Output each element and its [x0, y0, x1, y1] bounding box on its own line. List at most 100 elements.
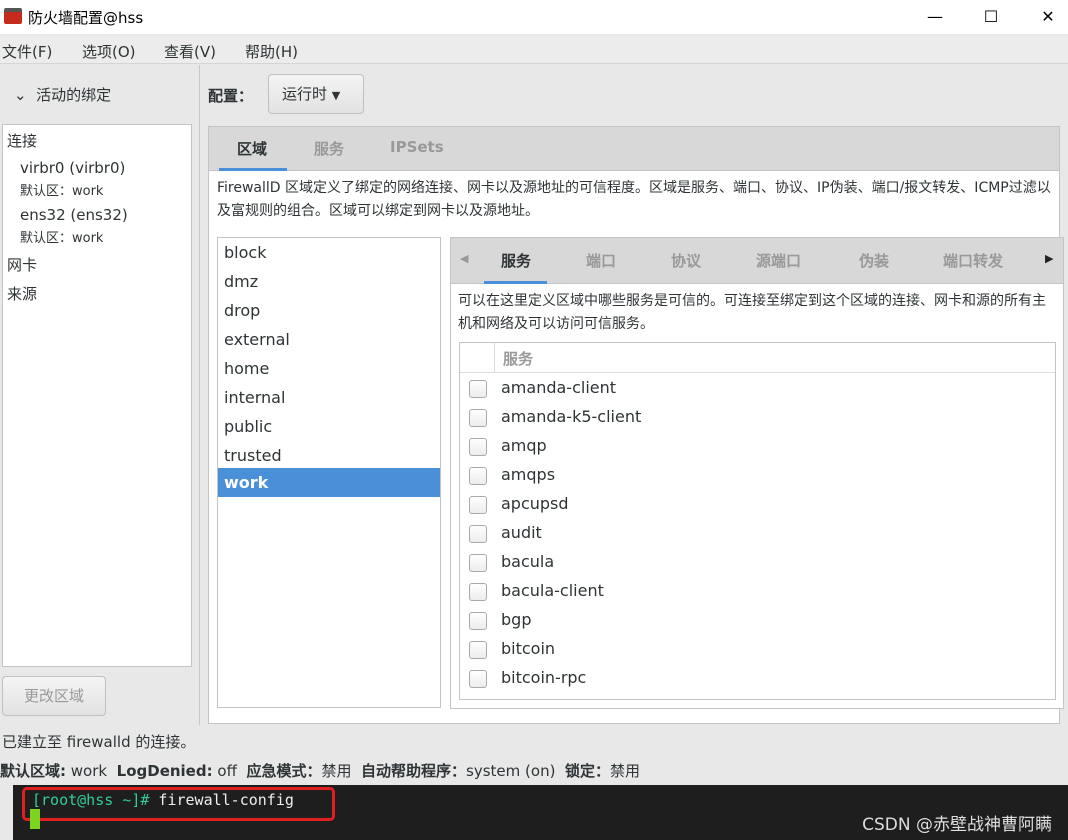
service-name: amanda-k5-client [501, 407, 642, 426]
service-checkbox[interactable] [469, 380, 487, 398]
helper-label: 自动帮助程序： [361, 762, 467, 780]
service-checkbox[interactable] [469, 641, 487, 659]
close-button[interactable]: ✕ [1025, 4, 1068, 30]
zone-item[interactable]: home [218, 354, 440, 383]
zone-item[interactable]: internal [218, 383, 440, 412]
zone-item[interactable]: external [218, 325, 440, 354]
table-row[interactable]: apcupsd [460, 490, 1055, 519]
panic-mode-value: 禁用 [321, 762, 352, 780]
table-row[interactable]: audit [460, 519, 1055, 548]
menu-file[interactable]: 文件(F) [2, 41, 52, 62]
tab-zone-services[interactable]: 服务 [501, 250, 531, 271]
main-tab-bar: 区域 服务 IPSets [209, 127, 1059, 171]
sources-label[interactable]: 来源 [7, 283, 37, 304]
status-bar: 默认区域: work LogDenied: off 应急模式：禁用 自动帮助程序… [0, 760, 1068, 781]
active-tab-indicator [219, 168, 287, 171]
service-name: audit [501, 523, 542, 542]
zone-item[interactable]: trusted [218, 441, 440, 470]
terminal[interactable]: [root@hss ~]# firewall-config CSDN @赤壁战神… [13, 785, 1068, 840]
zone-list: block dmz drop external home internal pu… [217, 237, 441, 708]
service-checkbox[interactable] [469, 496, 487, 514]
panic-mode-label: 应急模式： [246, 762, 322, 780]
service-name: bacula [501, 552, 555, 571]
connection-name[interactable]: ens32 (ens32) [20, 206, 128, 224]
menu-help[interactable]: 帮助(H) [245, 41, 298, 62]
dropdown-arrow-icon: ▼ [331, 89, 341, 102]
zone-item[interactable]: public [218, 412, 440, 441]
zone-item[interactable]: drop [218, 296, 440, 325]
menu-view[interactable]: 查看(V) [164, 41, 216, 62]
zone-item[interactable]: dmz [218, 267, 440, 296]
table-row[interactable]: bgp [460, 606, 1055, 635]
config-value: 运行时 [282, 85, 328, 103]
table-row[interactable]: amqps [460, 461, 1055, 490]
interfaces-label[interactable]: 网卡 [7, 254, 37, 275]
table-header: 服务 [460, 343, 1055, 373]
connection-status: 已建立至 firewalld 的连接。 [2, 733, 196, 751]
zone-description: FirewallD 区域定义了绑定的网络连接、网卡以及源地址的可信程度。区域是服… [217, 180, 1051, 219]
menu-bar: 文件(F) 选项(O) 查看(V) 帮助(H) [0, 36, 1068, 64]
service-name: bacula-client [501, 581, 604, 600]
tab-protocols[interactable]: 协议 [671, 250, 701, 271]
services-table: 服务 amanda-client amanda-k5-client amqp amqp… [459, 342, 1056, 700]
logdenied-value: off [217, 762, 237, 780]
table-row[interactable]: bacula [460, 548, 1055, 577]
default-zone-label: 默认区域: [0, 762, 66, 780]
table-row[interactable]: bitcoin-rpc [460, 664, 1055, 693]
watermark: CSDN @赤壁战神曹阿瞒 [862, 815, 1052, 835]
lockdown-value: 禁用 [610, 762, 641, 780]
helper-value: system (on) [466, 762, 556, 780]
services-description: 可以在这里定义区域中哪些服务是可信的。可连接至绑定到这个区域的连接、网卡和源的所… [458, 293, 1046, 332]
maximize-button[interactable]: ☐ [968, 4, 1014, 30]
service-checkbox[interactable] [469, 612, 487, 630]
tab-ipsets[interactable]: IPSets [390, 138, 444, 156]
tab-services[interactable]: 服务 [314, 138, 344, 159]
tab-ports[interactable]: 端口 [586, 250, 616, 271]
menu-options[interactable]: 选项(O) [82, 41, 136, 62]
service-checkbox[interactable] [469, 554, 487, 572]
active-tab-indicator [484, 281, 547, 284]
logdenied-label: LogDenied: [116, 762, 213, 780]
connection-name[interactable]: virbr0 (virbr0) [20, 159, 125, 177]
connection-zone: 默认区：work [20, 231, 104, 246]
change-zone-button[interactable]: 更改区域 [2, 676, 106, 716]
table-row[interactable]: amqp [460, 432, 1055, 461]
table-row[interactable]: bitcoin [460, 635, 1055, 664]
service-checkbox[interactable] [469, 525, 487, 543]
config-label: 配置： [208, 87, 254, 105]
column-header-service[interactable]: 服务 [503, 348, 533, 369]
default-zone-value: work [70, 762, 108, 780]
active-bindings-header: 活动的绑定 [36, 86, 112, 104]
service-name: amqps [501, 465, 556, 484]
chevron-down-icon: ⌄ [14, 86, 27, 104]
zone-tab-bar: ◀ 服务 端口 协议 源端口 伪装 端口转发 ▶ [451, 238, 1063, 284]
service-name: bitcoin [501, 639, 556, 658]
connections-label[interactable]: 连接 [7, 130, 37, 151]
table-row[interactable]: bacula-client [460, 577, 1055, 606]
table-row[interactable]: amanda-client [460, 374, 1055, 403]
zone-item-selected[interactable]: work [218, 468, 440, 497]
service-checkbox[interactable] [469, 583, 487, 601]
service-checkbox[interactable] [469, 438, 487, 456]
config-dropdown[interactable]: 运行时 ▼ [268, 74, 364, 114]
active-bindings-toggle[interactable]: ⌄ 活动的绑定 [14, 84, 111, 105]
table-row[interactable]: amanda-k5-client [460, 403, 1055, 432]
scroll-left-icon[interactable]: ◀ [460, 252, 468, 265]
terminal-command: firewall-config [149, 791, 294, 809]
tab-masquerade[interactable]: 伪装 [859, 250, 889, 271]
service-name: bgp [501, 610, 532, 629]
tab-source-ports[interactable]: 源端口 [756, 250, 801, 271]
lockdown-label: 锁定： [564, 762, 610, 780]
service-checkbox[interactable] [469, 409, 487, 427]
title-bar: 防火墙配置@hss — ☐ ✕ [0, 0, 1068, 34]
firewall-app-icon [4, 8, 22, 24]
scroll-right-icon[interactable]: ▶ [1045, 252, 1053, 265]
service-checkbox[interactable] [469, 670, 487, 688]
minimize-button[interactable]: — [912, 4, 958, 30]
tab-port-forwarding[interactable]: 端口转发 [943, 250, 1003, 271]
service-checkbox[interactable] [469, 467, 487, 485]
service-name: amqp [501, 436, 547, 455]
zone-item[interactable]: block [218, 238, 440, 267]
tab-zones[interactable]: 区域 [237, 138, 267, 159]
connection-zone: 默认区：work [20, 184, 104, 199]
